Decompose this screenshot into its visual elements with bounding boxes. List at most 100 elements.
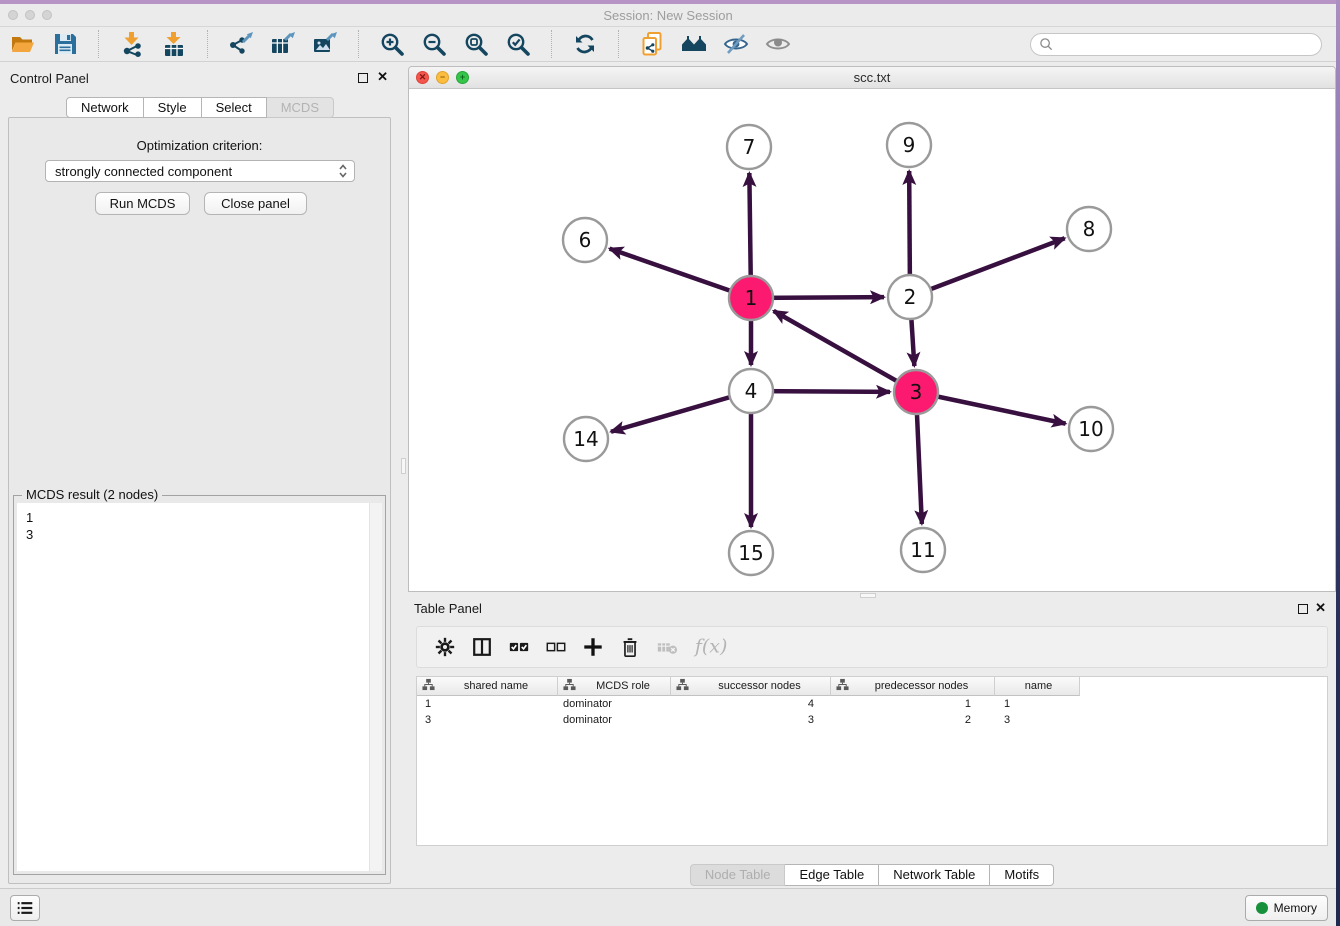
memory-status-icon bbox=[1256, 902, 1268, 914]
graph-node-10[interactable]: 10 bbox=[1069, 407, 1113, 451]
tab-mcds[interactable]: MCDS bbox=[267, 97, 334, 118]
mcds-panel: Optimization criterion: strongly connect… bbox=[8, 117, 391, 884]
network-canvas[interactable]: 7 9 6 8 1 2 4 3 14 10 15 11 bbox=[409, 89, 1335, 591]
svg-text:1: 1 bbox=[745, 286, 758, 310]
network-window-title: scc.txt bbox=[409, 70, 1335, 85]
houses-icon[interactable] bbox=[681, 31, 707, 57]
graph-node-6[interactable]: 6 bbox=[563, 218, 607, 262]
toolbar-separator bbox=[358, 30, 359, 58]
criterion-value: strongly connected component bbox=[55, 164, 338, 179]
table-toolbar: f(x) bbox=[416, 626, 1328, 668]
column-header-shared-name[interactable]: shared name bbox=[417, 677, 558, 696]
graph-node-4[interactable]: 4 bbox=[729, 369, 773, 413]
mcds-result-list[interactable]: 1 3 bbox=[17, 503, 382, 871]
eye-icon[interactable] bbox=[765, 31, 791, 57]
tab-motifs[interactable]: Motifs bbox=[990, 864, 1054, 886]
mcds-result-title: MCDS result (2 nodes) bbox=[22, 487, 162, 502]
graph-node-7[interactable]: 7 bbox=[727, 125, 771, 169]
toolbar-separator bbox=[98, 30, 99, 58]
open-session-icon[interactable] bbox=[10, 31, 36, 57]
result-scrollbar[interactable] bbox=[369, 503, 382, 871]
unselect-all-icon[interactable] bbox=[545, 636, 567, 658]
search-input[interactable] bbox=[1059, 37, 1313, 52]
optimization-criterion-label: Optimization criterion: bbox=[9, 138, 390, 153]
delete-column-icon bbox=[656, 636, 678, 658]
horizontal-splitter[interactable] bbox=[408, 592, 1336, 600]
status-bar: Memory bbox=[0, 888, 1336, 926]
add-column-icon[interactable] bbox=[582, 636, 604, 658]
sort-hierarchy-icon bbox=[676, 678, 691, 694]
graph-edge-2-8[interactable] bbox=[910, 238, 1065, 297]
tab-node-table[interactable]: Node Table bbox=[690, 864, 786, 886]
tab-network-table[interactable]: Network Table bbox=[879, 864, 990, 886]
column-header-successor-nodes[interactable]: successor nodes bbox=[671, 677, 831, 696]
toolbar-separator bbox=[207, 30, 208, 58]
eye-slash-icon[interactable] bbox=[723, 31, 749, 57]
svg-text:10: 10 bbox=[1078, 417, 1103, 441]
save-session-icon[interactable] bbox=[52, 31, 78, 57]
export-table-icon[interactable] bbox=[270, 31, 296, 57]
zoom-fit-icon[interactable] bbox=[463, 31, 489, 57]
table-body: 1dominator4113dominator323 bbox=[417, 696, 1327, 728]
control-panel: Control Panel ✕ NetworkStyleSelectMCDS O… bbox=[0, 62, 400, 888]
select-all-icon[interactable] bbox=[508, 636, 530, 658]
import-table-icon[interactable] bbox=[161, 31, 187, 57]
graph-node-15[interactable]: 15 bbox=[729, 531, 773, 575]
column-label: successor nodes bbox=[691, 680, 828, 692]
table-panel: Table Panel ✕ f(x) shared nameMCDS roles… bbox=[408, 600, 1336, 888]
table-row[interactable]: 1dominator411 bbox=[417, 696, 1327, 712]
node-table: shared nameMCDS role successor nodesprede… bbox=[416, 676, 1328, 846]
graph-node-14[interactable]: 14 bbox=[564, 417, 608, 461]
vertical-splitter[interactable] bbox=[400, 62, 408, 888]
table-cell: 4 bbox=[671, 696, 831, 712]
svg-text:4: 4 bbox=[745, 379, 758, 403]
memory-button[interactable]: Memory bbox=[1245, 895, 1328, 921]
graph-edge-3-1[interactable] bbox=[774, 311, 916, 392]
table-row[interactable]: 3dominator323 bbox=[417, 712, 1327, 728]
zoom-selected-icon[interactable] bbox=[505, 31, 531, 57]
function-icon: f(x) bbox=[693, 635, 729, 659]
gear-icon[interactable] bbox=[434, 636, 456, 658]
export-network-icon[interactable] bbox=[228, 31, 254, 57]
refresh-icon[interactable] bbox=[572, 31, 598, 57]
column-header-MCDS-role[interactable]: MCDS role bbox=[558, 677, 671, 696]
column-header-predecessor-nodes[interactable]: predecessor nodes bbox=[831, 677, 995, 696]
import-network-icon[interactable] bbox=[119, 31, 145, 57]
run-mcds-button[interactable]: Run MCDS bbox=[95, 192, 190, 215]
tab-select[interactable]: Select bbox=[202, 97, 267, 118]
document-share-icon[interactable] bbox=[639, 31, 665, 57]
control-panel-header: Control Panel ✕ bbox=[0, 62, 400, 92]
float-window-icon[interactable] bbox=[1298, 604, 1308, 614]
zoom-in-icon[interactable] bbox=[379, 31, 405, 57]
graph-node-2[interactable]: 2 bbox=[888, 275, 932, 319]
mcds-result-group: MCDS result (2 nodes) 1 3 bbox=[13, 495, 386, 875]
table-cell: 3 bbox=[417, 712, 558, 728]
graph-node-11[interactable]: 11 bbox=[901, 528, 945, 572]
close-panel-button[interactable]: Close panel bbox=[204, 192, 307, 215]
tab-network[interactable]: Network bbox=[66, 97, 144, 118]
graph-node-9[interactable]: 9 bbox=[887, 123, 931, 167]
svg-text:6: 6 bbox=[579, 228, 592, 252]
task-history-button[interactable] bbox=[10, 895, 40, 921]
close-panel-icon[interactable]: ✕ bbox=[1315, 599, 1326, 617]
zoom-out-icon[interactable] bbox=[421, 31, 447, 57]
criterion-dropdown[interactable]: strongly connected component bbox=[45, 160, 355, 182]
graph-node-1[interactable]: 1 bbox=[729, 276, 773, 320]
close-panel-icon[interactable]: ✕ bbox=[377, 68, 388, 86]
export-image-icon[interactable] bbox=[312, 31, 338, 57]
network-window: ✕ − + scc.txt 7968124314101511 bbox=[408, 66, 1336, 592]
delete-rows-icon[interactable] bbox=[619, 636, 641, 658]
splitter-grip[interactable] bbox=[860, 593, 876, 598]
graph-node-8[interactable]: 8 bbox=[1067, 207, 1111, 251]
table-cell: 3 bbox=[995, 712, 1080, 728]
table-cell: 1 bbox=[995, 696, 1080, 712]
column-header-name[interactable]: name bbox=[995, 677, 1080, 696]
svg-text:15: 15 bbox=[738, 541, 763, 565]
tab-edge-table[interactable]: Edge Table bbox=[785, 864, 879, 886]
split-columns-icon[interactable] bbox=[471, 636, 493, 658]
graph-node-3[interactable]: 3 bbox=[894, 370, 938, 414]
table-cell: 1 bbox=[831, 696, 995, 712]
tab-style[interactable]: Style bbox=[144, 97, 202, 118]
float-window-icon[interactable] bbox=[358, 73, 368, 83]
splitter-grip[interactable] bbox=[401, 458, 406, 474]
